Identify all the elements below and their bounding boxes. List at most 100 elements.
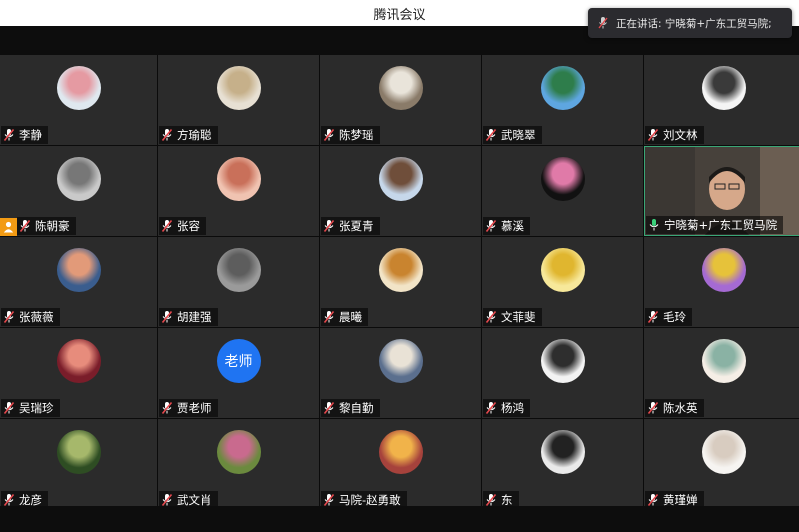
- muted-mic-icon[interactable]: [19, 219, 31, 233]
- participant-name: 张薇薇: [19, 310, 54, 324]
- participant-tile[interactable]: 张容: [158, 146, 319, 236]
- participant-name-label: 陈朝豪: [17, 217, 76, 235]
- muted-mic-icon: [598, 17, 608, 29]
- bottom-bar: [0, 506, 799, 532]
- participant-tile[interactable]: 龙彦: [0, 419, 157, 510]
- participant-tile[interactable]: 刘文林: [644, 55, 799, 145]
- muted-mic-icon[interactable]: [647, 310, 659, 324]
- participant-tile[interactable]: 陈朝豪: [0, 146, 157, 236]
- muted-mic-icon[interactable]: [161, 219, 173, 233]
- participant-tile[interactable]: 晨曦: [320, 237, 481, 327]
- participant-tile[interactable]: 武文肖: [158, 419, 319, 510]
- muted-mic-icon[interactable]: [485, 401, 497, 415]
- speaking-text: 正在讲话: 宁晓菊+广东工贸马院;: [616, 17, 772, 30]
- avatar-garden-photo: [216, 430, 261, 474]
- avatar-emoji-kids: [540, 248, 585, 292]
- muted-mic-icon[interactable]: [161, 401, 173, 415]
- participant-name: 张容: [177, 219, 200, 233]
- participant-tile[interactable]: 杨鸿: [482, 328, 643, 418]
- participant-name: 吴瑞珍: [19, 401, 54, 415]
- participant-tile[interactable]: 张夏青: [320, 146, 481, 236]
- participant-name-label: 张薇薇: [1, 308, 60, 326]
- participant-tile[interactable]: 陈梦瑶: [320, 55, 481, 145]
- participant-tile[interactable]: 方瑜聪: [158, 55, 319, 145]
- host-badge-icon: [0, 218, 17, 236]
- muted-mic-icon[interactable]: [485, 128, 497, 142]
- muted-mic-icon[interactable]: [323, 219, 335, 233]
- participant-name-label: 武晓翠: [483, 126, 542, 144]
- participant-name: 慕溪: [501, 219, 524, 233]
- avatar-colorful-portrait: [701, 248, 746, 292]
- participant-name: 李静: [19, 128, 42, 142]
- participant-name: 陈水英: [663, 401, 698, 415]
- participant-name: 晨曦: [339, 310, 362, 324]
- participant-grid: 李静 方瑜聪 陈梦瑶 武晓翠 刘文林陈朝豪 张容 张夏青 慕溪 宁晓菊+广东工贸马院张薇薇 胡建强…: [0, 55, 799, 510]
- avatar-anime-girl: [701, 66, 746, 110]
- muted-mic-icon[interactable]: [161, 493, 173, 507]
- participant-name-label: 贾老师: [159, 399, 218, 417]
- speaking-indicator: 正在讲话: 宁晓菊+广东工贸马院;: [588, 8, 792, 38]
- avatar-toy-bear: [701, 430, 746, 474]
- muted-mic-icon[interactable]: [3, 128, 15, 142]
- mic-active-icon[interactable]: [648, 218, 660, 232]
- participant-tile[interactable]: 武晓翠: [482, 55, 643, 145]
- participant-name: 贾老师: [177, 401, 212, 415]
- muted-mic-icon[interactable]: [3, 493, 15, 507]
- avatar-forest-path: [56, 430, 101, 474]
- participant-name: 刘文林: [663, 128, 698, 142]
- avatar-pink-flower: [540, 157, 585, 201]
- muted-mic-icon[interactable]: [161, 128, 173, 142]
- muted-mic-icon[interactable]: [323, 310, 335, 324]
- participant-name-label: 陈梦瑶: [321, 126, 380, 144]
- participant-tile[interactable]: 李静: [0, 55, 157, 145]
- participant-tile[interactable]: 毛玲: [644, 237, 799, 327]
- participant-name: 黎自勤: [339, 401, 374, 415]
- participant-name-label: 张容: [159, 217, 206, 235]
- participant-name: 武晓翠: [501, 128, 536, 142]
- participant-name: 毛玲: [663, 310, 686, 324]
- participant-tile[interactable]: 马院-赵勇敢: [320, 419, 481, 510]
- muted-mic-icon[interactable]: [3, 401, 15, 415]
- muted-mic-icon[interactable]: [161, 310, 173, 324]
- participant-tile[interactable]: 慕溪: [482, 146, 643, 236]
- participant-tile[interactable]: 老师 贾老师: [158, 328, 319, 418]
- muted-mic-icon[interactable]: [323, 401, 335, 415]
- participant-tile[interactable]: 胡建强: [158, 237, 319, 327]
- avatar-anime-doll: [701, 339, 746, 383]
- participant-tile[interactable]: 陈水英: [644, 328, 799, 418]
- participant-tile[interactable]: 黄瑾婵: [644, 419, 799, 510]
- muted-mic-icon[interactable]: [647, 128, 659, 142]
- muted-mic-icon[interactable]: [3, 310, 15, 324]
- participant-name-label: 方瑜聪: [159, 126, 218, 144]
- avatar-black-horse: [540, 430, 585, 474]
- muted-mic-icon[interactable]: [323, 493, 335, 507]
- avatar-husky-dog: [378, 339, 423, 383]
- participant-tile[interactable]: 文菲斐: [482, 237, 643, 327]
- participant-name-label: 陈水英: [645, 399, 704, 417]
- muted-mic-icon[interactable]: [485, 493, 497, 507]
- avatar-cartoon-girl-desk: [56, 66, 101, 110]
- participant-name: 方瑜聪: [177, 128, 212, 142]
- participant-name-label: 慕溪: [483, 217, 530, 235]
- participant-name: 杨鸿: [501, 401, 524, 415]
- participant-name-label: 胡建强: [159, 308, 218, 326]
- participant-tile[interactable]: 东: [482, 419, 643, 510]
- muted-mic-icon[interactable]: [485, 219, 497, 233]
- avatar-pink-cat: [216, 157, 261, 201]
- participant-name-label: 吴瑞珍: [1, 399, 60, 417]
- muted-mic-icon[interactable]: [323, 128, 335, 142]
- muted-mic-icon[interactable]: [647, 493, 659, 507]
- participant-name-label: 杨鸿: [483, 399, 530, 417]
- muted-mic-icon[interactable]: [485, 310, 497, 324]
- avatar-desert-dunes: [216, 248, 261, 292]
- muted-mic-icon[interactable]: [647, 401, 659, 415]
- participant-tile[interactable]: 吴瑞珍: [0, 328, 157, 418]
- participant-tile[interactable]: 宁晓菊+广东工贸马院: [644, 146, 799, 236]
- participant-name-label: 黎自勤: [321, 399, 380, 417]
- participant-tile[interactable]: 黎自勤: [320, 328, 481, 418]
- participant-name: 胡建强: [177, 310, 212, 324]
- participant-name-label: 晨曦: [321, 308, 368, 326]
- avatar-sunset-sea: [56, 248, 101, 292]
- avatar-sketch-portrait: [56, 157, 101, 201]
- participant-tile[interactable]: 张薇薇: [0, 237, 157, 327]
